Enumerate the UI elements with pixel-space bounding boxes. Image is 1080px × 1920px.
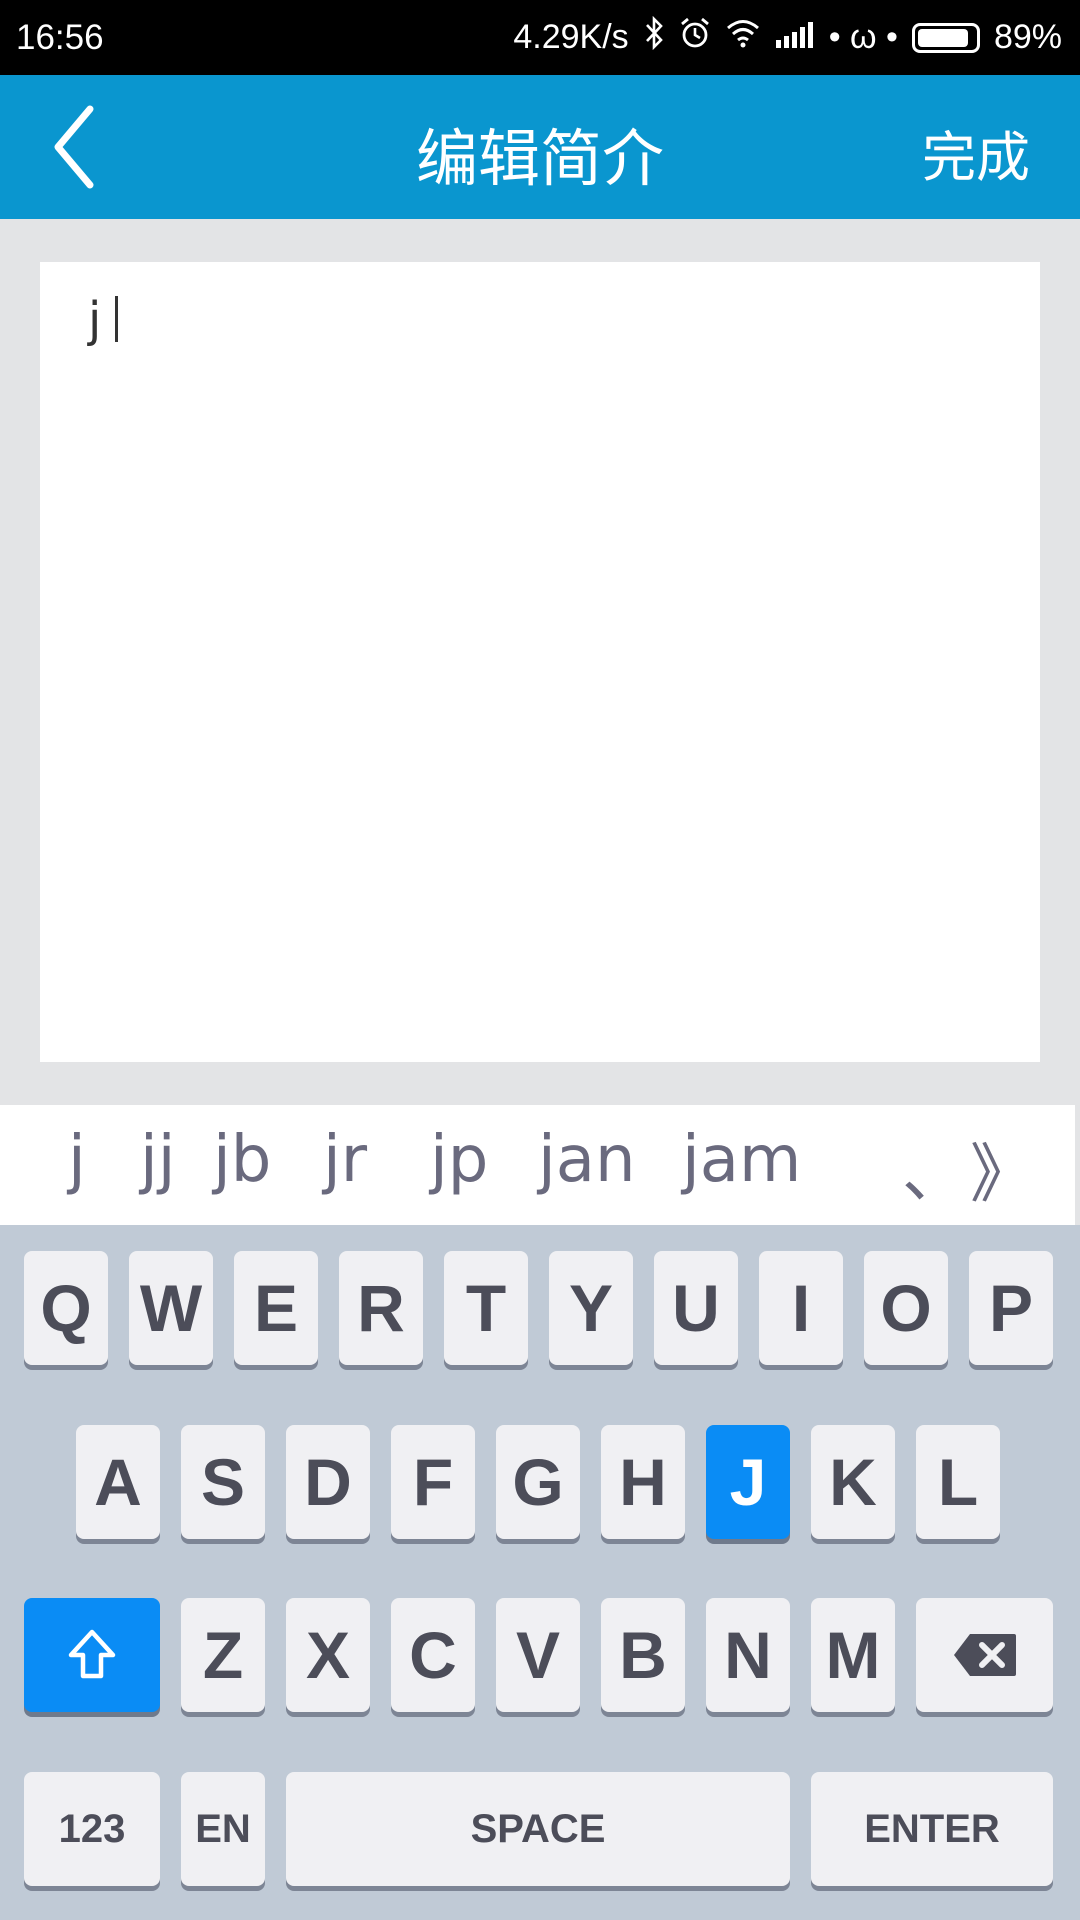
- bio-textarea[interactable]: j: [40, 262, 1040, 1062]
- expand-candidates-button[interactable]: 》: [970, 1123, 1034, 1215]
- bio-value: j: [88, 292, 102, 348]
- status-right: 4.29K/s • ω • 89%: [513, 15, 1062, 60]
- key-j[interactable]: J: [706, 1425, 790, 1539]
- battery-icon: [911, 22, 980, 53]
- done-button[interactable]: 完成: [922, 113, 1030, 192]
- bluetooth-icon: [643, 15, 665, 59]
- page-title: 编辑简介: [415, 122, 664, 195]
- header: 编辑简介 完成: [0, 75, 1080, 219]
- key-x[interactable]: X: [286, 1598, 370, 1712]
- key-d[interactable]: D: [286, 1425, 370, 1539]
- alarm-icon: [679, 16, 711, 59]
- keyboard: Q W E R T Y U I O P A S D F G H J K L Z …: [0, 1225, 1080, 1920]
- shift-key[interactable]: [24, 1598, 160, 1712]
- candidate-bar: j jj jb jr jp jan jam 、 》: [0, 1105, 1075, 1225]
- key-e[interactable]: E: [234, 1251, 318, 1365]
- bio-text: j: [88, 292, 119, 348]
- key-u[interactable]: U: [654, 1251, 738, 1365]
- numbers-key[interactable]: 123: [24, 1772, 160, 1886]
- key-o[interactable]: O: [864, 1251, 948, 1365]
- text-cursor: [115, 296, 119, 342]
- network-speed: 4.29K/s: [513, 18, 629, 56]
- key-k[interactable]: K: [811, 1425, 895, 1539]
- key-i[interactable]: I: [759, 1251, 843, 1365]
- candidate-item[interactable]: j: [68, 1123, 86, 1197]
- wifi-icon: [725, 18, 761, 57]
- shift-arrow-icon: [68, 1629, 116, 1679]
- status-bar: 16:56 4.29K/s • ω • 89%: [0, 0, 1080, 75]
- key-w[interactable]: W: [129, 1251, 213, 1365]
- key-h[interactable]: H: [601, 1425, 685, 1539]
- key-q[interactable]: Q: [24, 1251, 108, 1365]
- signal-icon: [775, 18, 815, 57]
- key-g[interactable]: G: [496, 1425, 580, 1539]
- candidate-item[interactable]: jr: [323, 1123, 367, 1197]
- key-m[interactable]: M: [811, 1598, 895, 1712]
- backspace-key[interactable]: [916, 1598, 1053, 1712]
- space-key[interactable]: SPACE: [286, 1772, 790, 1886]
- battery-level: [917, 28, 968, 47]
- key-v[interactable]: V: [496, 1598, 580, 1712]
- key-c[interactable]: C: [391, 1598, 475, 1712]
- key-n[interactable]: N: [706, 1598, 790, 1712]
- punctuation-candidate[interactable]: 、: [902, 1123, 966, 1215]
- key-y[interactable]: Y: [549, 1251, 633, 1365]
- backspace-icon: [953, 1634, 1016, 1676]
- enter-key[interactable]: ENTER: [811, 1772, 1053, 1886]
- key-r[interactable]: R: [339, 1251, 423, 1365]
- candidate-item[interactable]: jam: [682, 1123, 801, 1197]
- battery-percent: 89%: [993, 18, 1062, 56]
- candidate-item[interactable]: jp: [430, 1123, 488, 1197]
- key-l[interactable]: L: [916, 1425, 1000, 1539]
- status-time: 16:56: [16, 18, 104, 57]
- key-a[interactable]: A: [76, 1425, 160, 1539]
- key-t[interactable]: T: [444, 1251, 528, 1365]
- key-p[interactable]: P: [969, 1251, 1053, 1365]
- status-extra: • ω •: [828, 18, 898, 56]
- key-z[interactable]: Z: [181, 1598, 265, 1712]
- language-key[interactable]: EN: [181, 1772, 265, 1886]
- candidate-item[interactable]: jan: [538, 1123, 636, 1197]
- candidate-item[interactable]: jj: [140, 1123, 176, 1197]
- candidate-item[interactable]: jb: [213, 1123, 271, 1197]
- key-b[interactable]: B: [601, 1598, 685, 1712]
- key-s[interactable]: S: [181, 1425, 265, 1539]
- key-f[interactable]: F: [391, 1425, 475, 1539]
